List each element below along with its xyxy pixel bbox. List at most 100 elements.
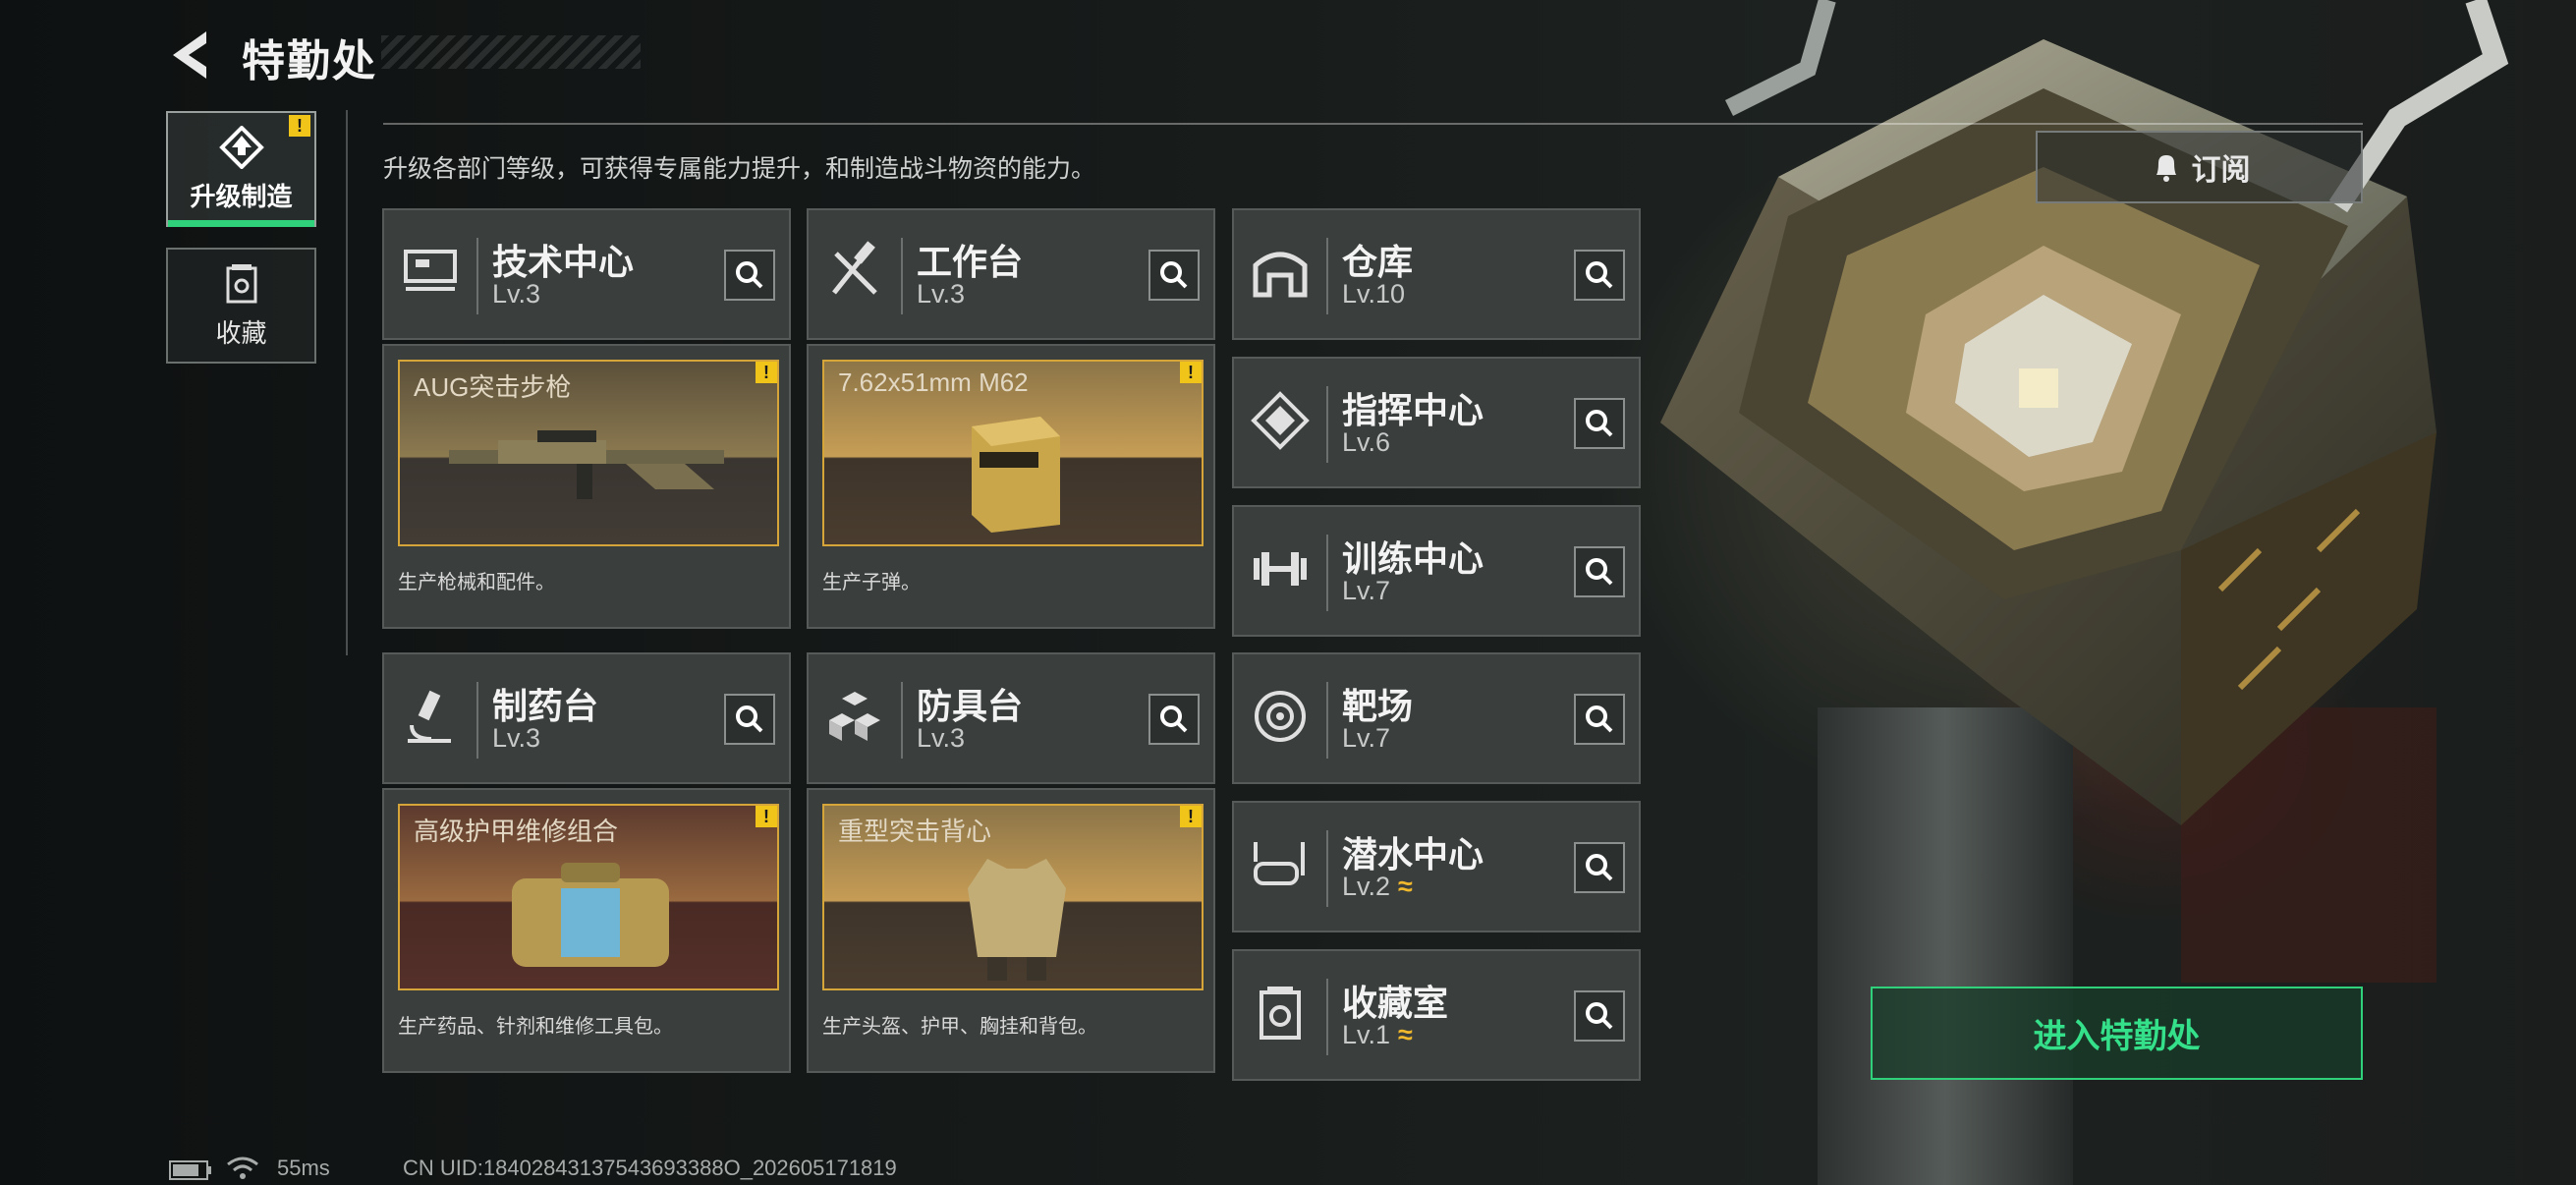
tools-icon [832, 241, 877, 295]
department-name: 收藏室 [1342, 983, 1449, 1023]
nav-tab-collection[interactable]: 收藏 [166, 248, 316, 364]
department-level: Lv.2 [1342, 872, 1391, 901]
product-description: 生产子弹。 [822, 572, 921, 593]
title-decoration [381, 35, 641, 69]
department-card-shooting-range[interactable]: 靶场 Lv.7 [1232, 652, 1641, 784]
production-panel[interactable]: AUG突击步枪 ! 生产枪械和配件。 [382, 344, 791, 629]
product-slot[interactable]: AUG突击步枪 ! [398, 360, 779, 546]
armor-repair-kit-image [512, 863, 669, 967]
department-level: Lv.3 [492, 723, 541, 753]
department-level: Lv.7 [1342, 723, 1391, 753]
rifle-image [449, 430, 724, 499]
collection-icon [1260, 987, 1301, 1040]
product-description: 生产枪械和配件。 [398, 572, 555, 593]
product-description: 生产药品、针剂和维修工具包。 [398, 1016, 673, 1038]
department-name: 防具台 [917, 686, 1024, 726]
ping-value: 55ms [277, 1156, 330, 1180]
product-name: 7.62x51mm M62 [838, 367, 1029, 397]
product-slot[interactable]: 重型突击背心 ! [822, 804, 1204, 990]
search-icon[interactable] [1574, 546, 1625, 597]
department-level: Lv.10 [1342, 279, 1406, 309]
department-level: Lv.7 [1342, 576, 1391, 605]
search-icon[interactable] [1574, 694, 1625, 745]
department-name: 技术中心 [492, 242, 635, 282]
computer-icon [404, 250, 457, 291]
department-level-row: Lv.1 ≈ [1342, 1020, 1413, 1050]
search-icon[interactable] [724, 694, 775, 745]
search-icon[interactable] [724, 250, 775, 301]
department-name: 指挥中心 [1342, 390, 1484, 430]
product-name: AUG突击步枪 [414, 372, 572, 402]
enter-label: 进入特勤处 [2033, 1018, 2201, 1055]
department-card-tech-center[interactable]: 技术中心 Lv.3 [382, 208, 791, 340]
department-card-collection-room[interactable]: 收藏室 Lv.1 ≈ [1232, 949, 1641, 1081]
separator [1326, 830, 1328, 907]
back-arrow-icon[interactable] [167, 28, 216, 83]
department-level: Lv.3 [492, 279, 541, 309]
command-icon [1251, 391, 1310, 450]
page-description: 升级各部门等级，可获得专属能力提升，和制造战斗物资的能力。 [383, 155, 1096, 183]
production-panel[interactable]: 7.62x51mm M62 ! 生产子弹。 [807, 344, 1215, 629]
subscribe-label: 订阅 [2191, 154, 2251, 187]
separator [1326, 238, 1328, 314]
department-level: Lv.1 [1342, 1020, 1391, 1049]
collection-icon [226, 263, 256, 303]
department-card-workbench[interactable]: 工作台 Lv.3 [807, 208, 1215, 340]
nav-tab-upgrade-craft[interactable]: 升级制造 ! [166, 111, 316, 227]
department-level-row: Lv.2 ≈ [1342, 872, 1413, 902]
department-card-command-center[interactable]: 指挥中心 Lv.6 [1232, 357, 1641, 488]
product-description: 生产头盔、护甲、胸挂和背包。 [822, 1016, 1097, 1038]
separator [1326, 535, 1328, 611]
diving-mask-icon [1254, 842, 1305, 885]
department-card-diving-center[interactable]: 潜水中心 Lv.2 ≈ [1232, 801, 1641, 932]
department-name: 潜水中心 [1342, 834, 1484, 875]
department-card-pharmacy[interactable]: 制药台 Lv.3 [382, 652, 791, 784]
department-name: 仓库 [1342, 242, 1414, 282]
battery-icon [169, 1160, 211, 1180]
department-name: 制药台 [492, 686, 599, 726]
product-slot[interactable]: 7.62x51mm M62 ! [822, 360, 1204, 546]
wifi-icon [227, 1157, 258, 1179]
subscribe-button[interactable]: 订阅 [2036, 131, 2363, 203]
separator [1326, 979, 1328, 1055]
dumbbell-icon [1254, 552, 1307, 586]
department-card-warehouse[interactable]: 仓库 Lv.10 [1232, 208, 1641, 340]
separator [476, 682, 478, 759]
active-indicator [168, 220, 314, 227]
search-icon[interactable] [1148, 694, 1200, 745]
warning-badge: ! [289, 115, 310, 137]
divider [346, 110, 348, 655]
armor-vest-image [968, 859, 1066, 981]
department-card-armor-bench[interactable]: 防具台 Lv.3 [807, 652, 1215, 784]
divider [383, 123, 2363, 125]
search-icon[interactable] [1574, 842, 1625, 893]
user-uid: CN UID:18402843137543693388O_20260517181… [403, 1156, 897, 1180]
cubes-icon [829, 692, 880, 741]
search-icon[interactable] [1574, 398, 1625, 449]
product-name: 高级护甲维修组合 [414, 817, 619, 846]
product-name: 重型突击背心 [838, 817, 992, 846]
product-slot[interactable]: 高级护甲维修组合 ! [398, 804, 779, 990]
nav-tab-label: 升级制造 [190, 181, 293, 211]
search-icon[interactable] [1574, 250, 1625, 301]
enter-special-ops-button[interactable]: 进入特勤处 [1871, 987, 2363, 1080]
production-panel[interactable]: 重型突击背心 ! 生产头盔、护甲、胸挂和背包。 [807, 788, 1215, 1073]
separator [901, 682, 903, 759]
production-panel[interactable]: 高级护甲维修组合 ! 生产药品、针剂和维修工具包。 [382, 788, 791, 1073]
search-icon[interactable] [1574, 990, 1625, 1042]
search-icon[interactable] [1148, 250, 1200, 301]
ammo-box-image [972, 417, 1060, 533]
department-level: Lv.3 [917, 279, 966, 309]
warning-badge: ! [756, 362, 777, 383]
separator [476, 238, 478, 314]
target-icon [1255, 691, 1306, 742]
bell-icon [2156, 155, 2176, 182]
upgrade-available-icon: ≈ [1398, 1020, 1413, 1049]
page-title: 特勤处 [242, 37, 377, 85]
nav-tab-label: 收藏 [215, 317, 267, 348]
department-card-training-center[interactable]: 训练中心 Lv.7 [1232, 505, 1641, 637]
upgrade-craft-icon [218, 125, 264, 169]
warehouse-icon [1253, 252, 1308, 298]
department-level: Lv.6 [1342, 427, 1391, 457]
warning-badge: ! [756, 806, 777, 827]
